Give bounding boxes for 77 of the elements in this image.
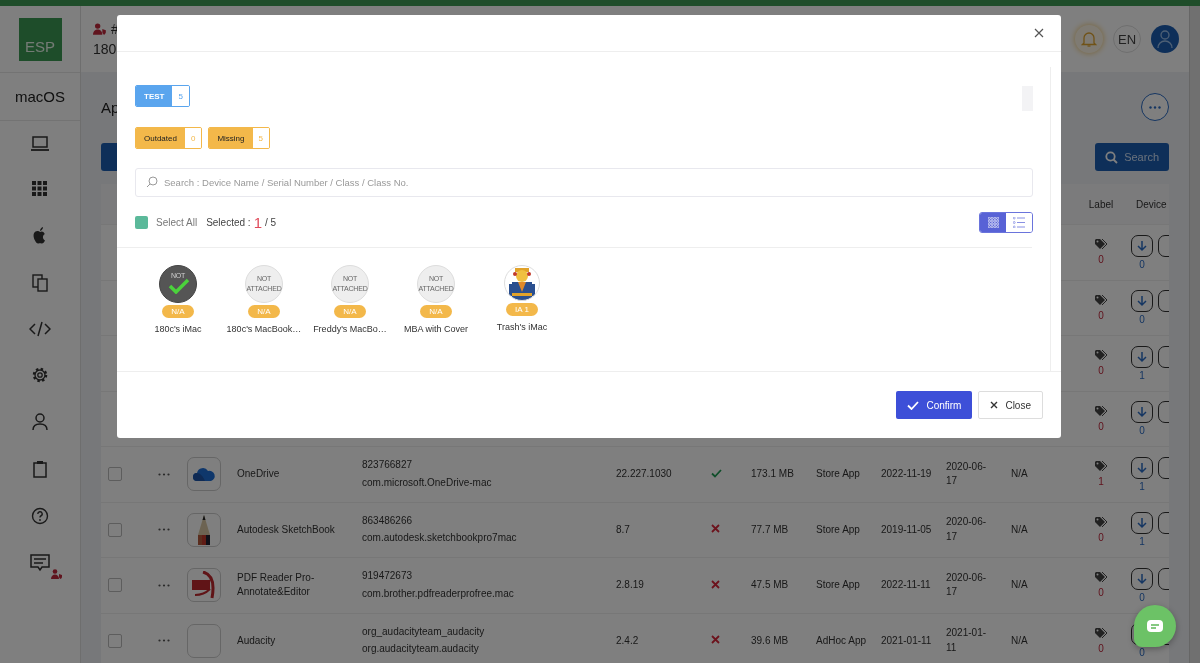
device-name[interactable]: 180c's iMac (154, 324, 202, 334)
close-button[interactable]: Close (978, 391, 1043, 419)
size-cell-text: 77.7 MB (751, 522, 790, 537)
label-count: 0 (1098, 309, 1104, 321)
device-name[interactable]: Trash's iMac (496, 322, 548, 332)
date-cell-text: 2019-11-05 (881, 522, 933, 537)
label-count: 0 (1098, 254, 1104, 266)
date-cell-text: 2022-11-19 (881, 467, 933, 481)
type-cell-text: Store App (816, 522, 861, 537)
bundle-id: com.microsoft.OneDrive-mac (362, 475, 493, 490)
app-name: Autodesk SketchBook (237, 522, 336, 537)
download-count: 1 (1139, 536, 1145, 548)
app-name: PDF Reader Pro-Annotate&Editor (237, 570, 316, 600)
table-cell-text: N/A (1011, 633, 1029, 648)
label-count: 0 (1098, 420, 1104, 432)
type-cell-text: Store App (816, 578, 861, 592)
bundle-id: com.brother.pdfreaderprofree.mac (362, 586, 515, 601)
date-cell-text: 2020-06-17 (946, 459, 988, 489)
bundle-id: com.autodesk.sketchbookpro7mac (362, 531, 518, 546)
app-name: OneDrive (237, 467, 281, 481)
download-count: 0 (1139, 647, 1145, 659)
platform-label: macOS (0, 73, 80, 121)
version-cell-text: 2.8.19 (616, 578, 645, 592)
date-cell-text: 2020-06-17 (946, 515, 988, 544)
selected-label: Selected : (206, 216, 251, 228)
size-cell-text: 173.1 MB (751, 467, 795, 481)
label-count: 0 (1098, 587, 1104, 599)
select-all-label[interactable]: Select All (156, 216, 198, 228)
device-badge: N/A (162, 305, 194, 318)
selected-count: 1 (253, 213, 262, 231)
app-id: 863486266 (362, 513, 414, 528)
date-cell-text: 2021-01-11 (881, 633, 933, 648)
bundle-id: org.audacityteam.audacity (362, 642, 480, 657)
language-button[interactable]: EN (1113, 25, 1141, 53)
device-badge: IA 1 (506, 303, 538, 316)
app-name: Audacity (237, 633, 277, 648)
app-id: 823766827 (362, 458, 414, 473)
size-cell-text: 39.6 MB (751, 633, 790, 648)
date-cell-text: 2022-11-11 (881, 578, 932, 592)
date-cell-text: 2021-01-11 (946, 626, 988, 655)
logo: ESP (18, 17, 62, 61)
column-header: Device (1135, 198, 1168, 210)
size-cell-text: 47.5 MB (751, 578, 790, 592)
download-count: 0 (1139, 591, 1145, 603)
status-tag[interactable]: Outdated 0 (135, 127, 203, 149)
download-count: 0 (1139, 258, 1145, 270)
label-count: 0 (1098, 365, 1104, 377)
device-badge: N/A (420, 305, 452, 318)
device-name[interactable]: MBA with Cover (404, 324, 468, 334)
label-count: 1 (1098, 476, 1104, 488)
header-subtitle: 180 (93, 41, 118, 57)
version-cell-text: 22.227.1030 (616, 467, 673, 481)
download-count: 0 (1139, 314, 1145, 326)
table-cell-text: N/A (1011, 522, 1029, 537)
date-cell-text: 2020-06-17 (946, 570, 988, 600)
confirm-button[interactable]: Confirm (896, 391, 973, 419)
table-cell-text: N/A (1011, 467, 1029, 481)
device-badge: N/A (334, 305, 366, 318)
table-cell-text: N/A (1011, 578, 1029, 592)
label-count: 0 (1098, 531, 1104, 543)
version-cell-text: 2.4.2 (616, 633, 640, 648)
download-count: 1 (1139, 369, 1145, 381)
download-count: 1 (1139, 480, 1145, 492)
device-name[interactable]: Freddy's MacBo… (313, 324, 387, 334)
download-count: 0 (1139, 425, 1145, 437)
column-header: Label (1087, 198, 1115, 210)
device-name[interactable]: 180c's MacBook… (226, 324, 302, 334)
selected-total: / 5 (264, 216, 277, 228)
label-count: 0 (1098, 642, 1104, 654)
status-tag[interactable]: Missing 5 (208, 127, 270, 149)
version-cell-text: 8.7 (616, 522, 631, 537)
app-id: org_audacityteam_audacity (362, 624, 486, 639)
app-id: 919472673 (362, 569, 414, 584)
type-cell-text: Store App (816, 467, 861, 481)
search-field[interactable]: Search : Device Name / Serial Number / Class / Class No. (135, 168, 1033, 197)
type-cell-text: AdHoc App (816, 633, 868, 648)
device-badge: N/A (248, 305, 280, 318)
